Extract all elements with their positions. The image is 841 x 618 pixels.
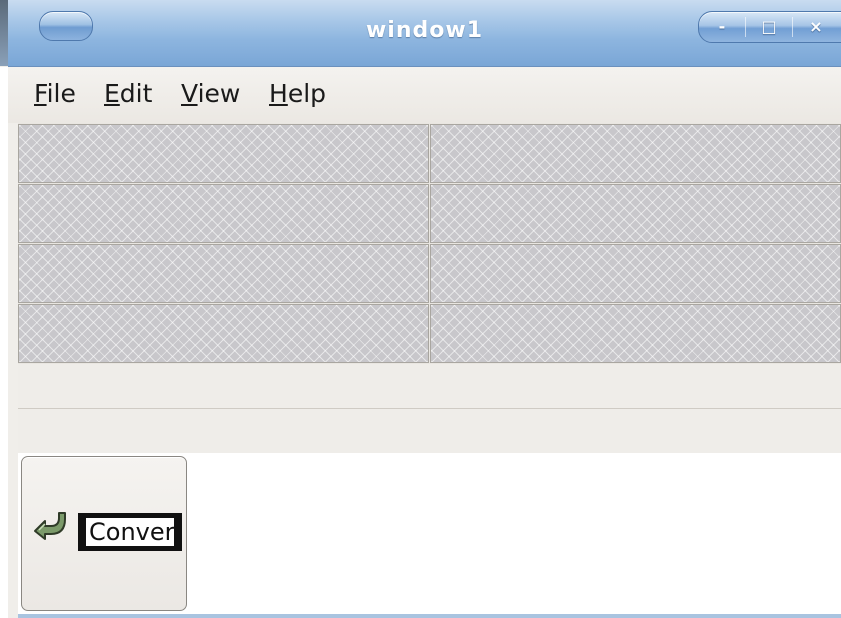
menu-view[interactable]: View [181,79,240,108]
status-strip-1 [18,364,841,409]
window-bottom-edge [18,614,841,618]
grid-cell[interactable] [430,244,841,303]
grid-cell[interactable] [430,124,841,183]
minimize-icon: - [718,17,726,36]
menu-edit-mnemonic: E [104,79,120,108]
convert-button[interactable]: Conver [21,456,187,611]
menu-file-label: ile [46,79,76,108]
application-window: window1 - □ × File Edit View Help Conver [0,0,841,618]
title-bar[interactable]: window1 - □ × [8,0,841,67]
menubar: File Edit View Help [8,67,841,123]
grid-cell[interactable] [430,184,841,243]
minimize-button[interactable]: - [699,12,745,42]
grid-cell[interactable] [18,124,429,183]
window-controls: - □ × [698,11,841,43]
convert-label: Conver [78,513,182,551]
maximize-button[interactable]: □ [746,12,792,42]
close-icon: × [809,17,823,36]
close-button[interactable]: × [793,12,839,42]
window-left-edge [0,67,8,618]
menu-edit-label: dit [119,79,153,108]
menu-help-label: elp [287,79,327,108]
placeholder-grid [18,123,841,364]
maximize-icon: □ [761,17,777,36]
window-corner [0,0,8,66]
menu-edit[interactable]: Edit [104,79,152,108]
grid-cell[interactable] [18,244,429,303]
menu-file-mnemonic: F [34,79,47,108]
menu-help-mnemonic: H [269,79,288,108]
menu-view-mnemonic: V [181,79,198,108]
status-strip-2 [18,409,841,453]
grid-cell[interactable] [18,304,429,363]
grid-cell[interactable] [18,184,429,243]
convert-arrow-icon [34,512,66,540]
menu-help[interactable]: Help [269,79,326,108]
grid-cell[interactable] [430,304,841,363]
menu-view-label: iew [197,79,241,108]
menu-file[interactable]: File [34,79,76,108]
